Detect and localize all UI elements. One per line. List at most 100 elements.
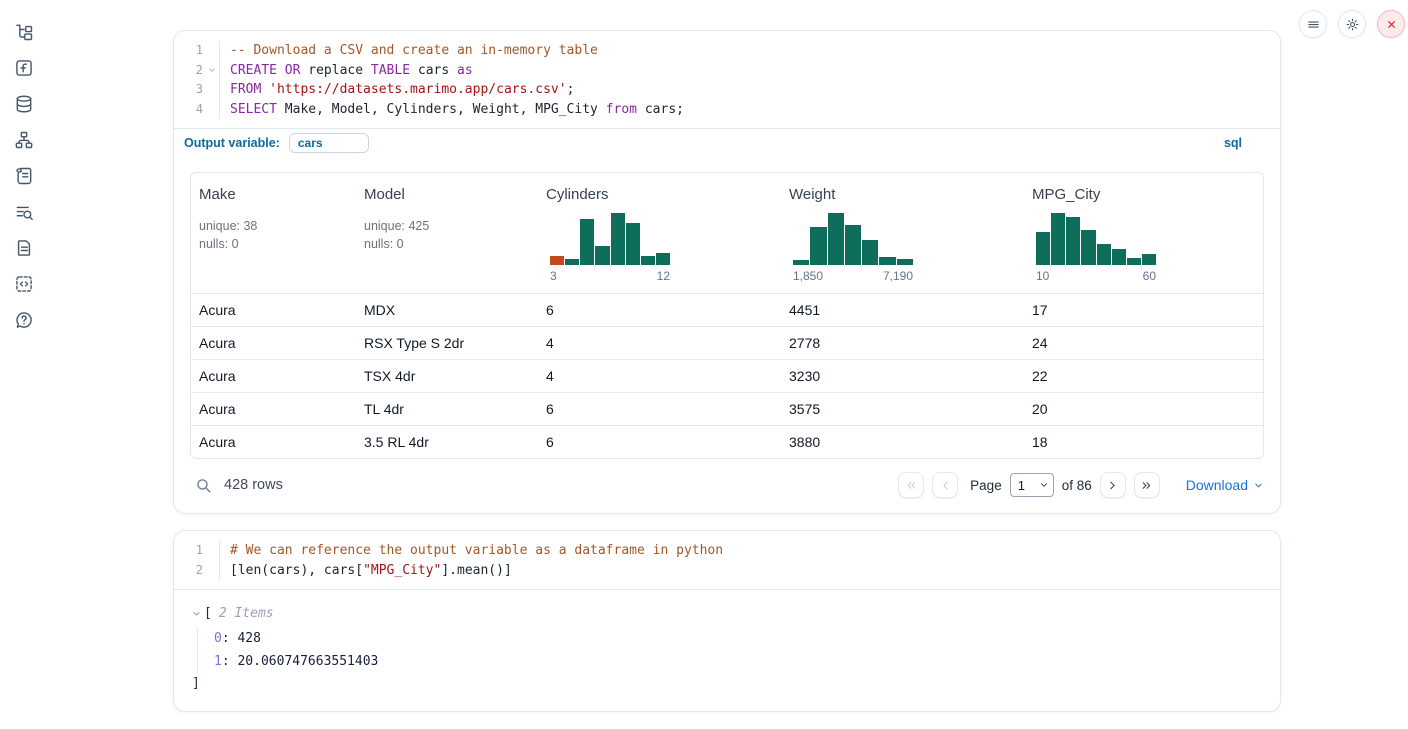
- column-header-make[interactable]: Makeunique: 38nulls: 0: [191, 173, 356, 293]
- code-line[interactable]: 1# We can reference the output variable …: [174, 541, 1280, 561]
- prev-page-button[interactable]: [932, 472, 958, 498]
- menu-icon: [1306, 17, 1321, 32]
- python-code-editor[interactable]: 1# We can reference the output variable …: [174, 531, 1280, 589]
- histogram-bar: [845, 225, 861, 265]
- histogram-bar: [656, 253, 670, 265]
- sidebar-item-help[interactable]: [14, 310, 34, 330]
- column-header-weight[interactable]: Weight1,8507,190: [781, 173, 1024, 293]
- code-text: CREATE OR replace TABLE cars as: [220, 61, 473, 81]
- notebook-menu-button[interactable]: [1299, 10, 1327, 38]
- result-table: Makeunique: 38nulls: 0Modelunique: 425nu…: [190, 172, 1264, 459]
- chevron-down-icon: [192, 609, 204, 618]
- code-line[interactable]: 3FROM 'https://datasets.marimo.app/cars.…: [174, 80, 1280, 100]
- column-stat: unique: 425: [364, 218, 530, 236]
- sidebar-item-documentation[interactable]: [14, 238, 34, 258]
- table-cell: Acura: [191, 359, 356, 392]
- tree-toggle[interactable]: [2 Items: [192, 606, 1262, 621]
- column-header-model[interactable]: Modelunique: 425nulls: 0: [356, 173, 538, 293]
- table-cell: TL 4dr: [356, 392, 538, 425]
- sidebar-item-dependency-graph[interactable]: [14, 130, 34, 150]
- histogram-bar: [793, 260, 809, 265]
- line-number: 1: [174, 41, 205, 61]
- table-cell: 20: [1024, 392, 1263, 425]
- table-cell: RSX Type S 2dr: [356, 326, 538, 359]
- gear-icon: [1345, 17, 1360, 32]
- tree-items: 0: 4281: 20.060747663551403: [197, 628, 1262, 673]
- item-colon: :: [222, 631, 238, 646]
- python-cell: 1# We can reference the output variable …: [173, 530, 1281, 712]
- table-cell: 24: [1024, 326, 1263, 359]
- histogram-bar: [611, 213, 625, 265]
- next-page-button[interactable]: [1100, 472, 1126, 498]
- histogram: [550, 213, 670, 265]
- histogram-axis-labels: 10 60: [1036, 269, 1156, 283]
- close-bracket: ]: [192, 676, 1262, 691]
- open-bracket: [: [204, 606, 212, 621]
- histogram-bar: [1051, 213, 1065, 265]
- output-variable-input[interactable]: [289, 133, 369, 153]
- sidebar-item-logs[interactable]: [14, 202, 34, 222]
- column-stat: nulls: 0: [199, 236, 348, 254]
- item-value: 428: [237, 631, 260, 646]
- gutter: 3: [174, 80, 220, 100]
- histogram-bar: [810, 227, 826, 265]
- sidebar-item-snippets[interactable]: [14, 274, 34, 294]
- chevrons-right-icon: [1140, 479, 1153, 492]
- histogram: [793, 213, 913, 265]
- settings-button[interactable]: [1338, 10, 1366, 38]
- line-number: 2: [174, 561, 205, 581]
- code-text: [len(cars), cars["MPG_City"].mean()]: [220, 561, 512, 581]
- chevron-down-icon: [1253, 480, 1264, 491]
- column-stat: nulls: 0: [364, 236, 530, 254]
- table-cell: 4451: [781, 293, 1024, 326]
- python-output: [2 Items 0: 4281: 20.060747663551403]: [174, 589, 1280, 711]
- axis-min-label: 10: [1036, 269, 1049, 283]
- first-page-button[interactable]: [898, 472, 924, 498]
- table-cell: 3575: [781, 392, 1024, 425]
- sidebar-item-file-explorer[interactable]: [14, 22, 34, 42]
- page-select-value: 1: [1018, 478, 1025, 493]
- item-key: 0: [214, 631, 222, 646]
- sidebar-item-datasources[interactable]: [14, 94, 34, 114]
- gutter: 2: [174, 561, 220, 581]
- code-text: -- Download a CSV and create an in-memor…: [220, 41, 598, 61]
- column-label: Make: [199, 186, 348, 203]
- shutdown-button[interactable]: [1377, 10, 1405, 38]
- code-line[interactable]: 2 [len(cars), cars["MPG_City"].mean()]: [174, 561, 1280, 581]
- tree-item: 0: 428: [214, 628, 1262, 651]
- histogram-bar: [828, 213, 844, 265]
- column-header-mpg_city[interactable]: MPG_City1060: [1024, 173, 1263, 293]
- file-tree-icon: [14, 22, 34, 42]
- column-stats: unique: 425nulls: 0: [364, 218, 530, 253]
- sidebar-item-variables[interactable]: [14, 58, 34, 78]
- histogram-bar: [565, 259, 579, 265]
- line-number: 4: [174, 100, 205, 120]
- page-select[interactable]: 1: [1010, 473, 1054, 497]
- sidebar-item-scratchpad[interactable]: [14, 166, 34, 186]
- fold-toggle-icon[interactable]: [205, 66, 219, 74]
- search-list-icon: [14, 202, 34, 222]
- table-cell: Acura: [191, 326, 356, 359]
- histogram-bar: [595, 246, 609, 265]
- code-line[interactable]: 4SELECT Make, Model, Cylinders, Weight, …: [174, 100, 1280, 120]
- table-cell: 3880: [781, 425, 1024, 458]
- axis-min-label: 1,850: [793, 269, 823, 283]
- download-button[interactable]: Download: [1186, 477, 1264, 493]
- output-variable-row: Output variable: sql: [174, 128, 1280, 158]
- code-line[interactable]: 1 -- Download a CSV and create an in-memo…: [174, 41, 1280, 61]
- axis-max-label: 60: [1143, 269, 1156, 283]
- chevron-down-icon: [1039, 480, 1049, 490]
- column-header-cylinders[interactable]: Cylinders312: [538, 173, 781, 293]
- sql-code-editor[interactable]: 1 -- Download a CSV and create an in-memo…: [174, 31, 1280, 128]
- search-icon[interactable]: [195, 477, 212, 494]
- histogram-bar: [862, 240, 878, 265]
- line-number: 3: [174, 80, 205, 100]
- code-box-icon: [14, 274, 34, 294]
- code-line[interactable]: 2CREATE OR replace TABLE cars as: [174, 61, 1280, 81]
- gutter: 1: [174, 541, 220, 561]
- histogram-bar: [626, 223, 640, 265]
- table-cell: 22: [1024, 359, 1263, 392]
- last-page-button[interactable]: [1134, 472, 1160, 498]
- table-footer: 428 rows Page 1 of 86: [174, 459, 1280, 513]
- table-cell: 6: [538, 425, 781, 458]
